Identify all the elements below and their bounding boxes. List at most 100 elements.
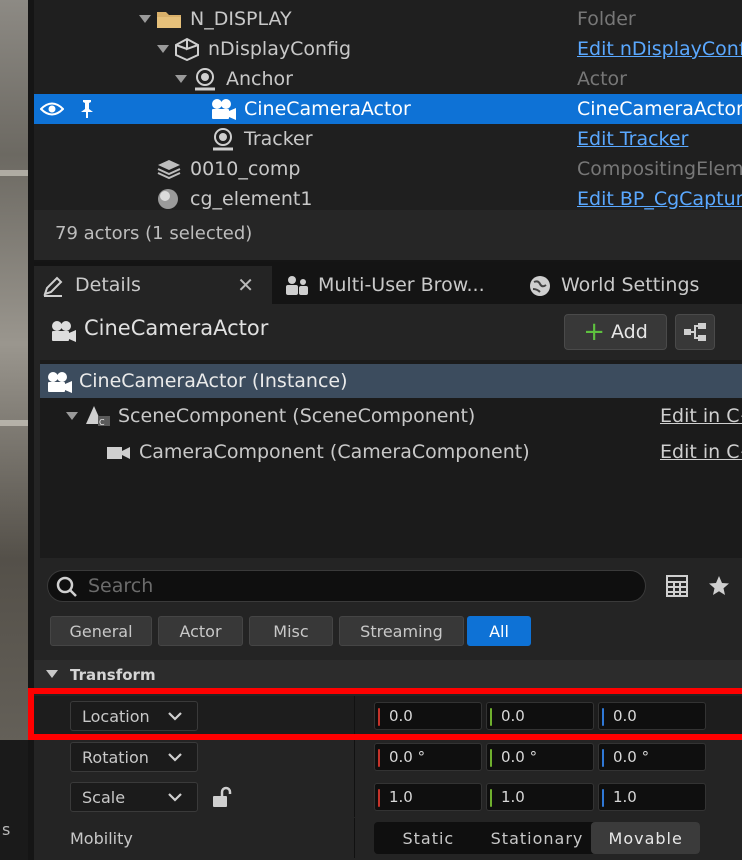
mobility-static[interactable]: Static: [374, 822, 483, 854]
outliner-status: 79 actors (1 selected): [34, 210, 742, 260]
sphere-icon: [158, 189, 178, 209]
expand-arrow-icon[interactable]: [157, 45, 169, 53]
scene-component-icon: C: [86, 406, 110, 427]
outliner-item-edit-link[interactable]: Edit Tracker: [577, 128, 688, 150]
selected-actor-name: CineCameraActor: [84, 316, 269, 340]
value-text: 1.0: [613, 788, 637, 806]
expand-arrow-icon[interactable]: [175, 75, 187, 83]
outliner-item-edit-link[interactable]: Edit nDisplayConfi: [577, 38, 742, 60]
viewport-footer: s: [0, 740, 28, 860]
expand-arrow-icon[interactable]: [139, 15, 151, 23]
outliner-item-edit-link[interactable]: Edit BP_CgCapture: [577, 188, 742, 210]
outliner-row-anchor[interactable]: Anchor Actor: [34, 64, 742, 94]
search-input[interactable]: [88, 573, 628, 599]
value-text: 1.0: [389, 788, 413, 806]
table-view-icon[interactable]: [666, 575, 688, 597]
component-name: CineCameraActor (Instance): [79, 370, 348, 392]
property-label: Scale: [82, 787, 126, 807]
mobility-stationary[interactable]: Stationary: [483, 822, 592, 854]
cine-camera-icon: [52, 321, 76, 342]
viewport-edge-text: s: [2, 820, 11, 839]
edit-in-cpp-link[interactable]: Edit in C+: [660, 441, 742, 463]
property-label: Rotation: [82, 747, 149, 767]
outliner-row-0010-comp[interactable]: 0010_comp CompositingEleme: [34, 154, 742, 184]
viewport-geometry: [0, 170, 28, 176]
outliner-row-cinecameraactor[interactable]: CineCameraActor CineCameraActor: [34, 94, 742, 124]
tab-world-settings[interactable]: World Settings: [524, 266, 742, 304]
scale-y-field[interactable]: 1.0: [486, 783, 594, 811]
tab-details[interactable]: Details ✕: [34, 266, 272, 304]
filter-all[interactable]: All: [467, 616, 531, 646]
component-tree: CineCameraActor (Instance) C SceneCompon…: [40, 360, 742, 558]
add-component-button[interactable]: + Add: [564, 314, 667, 350]
outliner-item-name: cg_element1: [190, 188, 313, 210]
rotation-y-field[interactable]: 0.0 °: [486, 743, 594, 771]
actor-icon: [213, 128, 233, 151]
folder-icon: [157, 12, 181, 28]
z-axis-marker: [602, 789, 604, 807]
outliner-row-n-display[interactable]: N_DISPLAY Folder: [34, 4, 742, 34]
outliner-row-ndisplayconfig[interactable]: nDisplayConfig Edit nDisplayConfi: [34, 34, 742, 64]
component-row-camera[interactable]: CameraComponent (CameraComponent) Edit i…: [40, 435, 742, 469]
outliner-item-name: nDisplayConfig: [208, 38, 352, 60]
globe-icon: [530, 276, 550, 296]
compositing-layers-icon: [157, 160, 181, 180]
star-icon[interactable]: [707, 574, 731, 598]
component-row-scene[interactable]: C SceneComponent (SceneComponent) Edit i…: [40, 399, 742, 433]
mobility-toggle: Static Stationary Movable: [374, 822, 701, 854]
y-axis-marker: [490, 789, 492, 807]
tab-label: World Settings: [561, 274, 700, 296]
filter-streaming[interactable]: Streaming: [339, 616, 464, 646]
edit-in-cpp-link[interactable]: Edit in C+: [660, 405, 742, 427]
viewport-geometry: [0, 420, 28, 426]
value-text: 1.0: [501, 788, 525, 806]
details-panel: CineCameraActor + Add CineCameraActor (I…: [34, 304, 742, 860]
details-tab-bar: Details ✕ Multi-User Brow... World Setti…: [34, 262, 742, 304]
transform-category-header[interactable]: Transform: [34, 660, 742, 690]
component-name: CameraComponent (CameraComponent): [139, 441, 530, 463]
x-axis-marker: [378, 789, 380, 807]
close-icon[interactable]: ✕: [237, 273, 254, 297]
scale-z-field[interactable]: 1.0: [598, 783, 706, 811]
category-label: Transform: [70, 666, 156, 684]
ndisplay-config-icon: [175, 37, 199, 61]
filter-general[interactable]: General: [50, 616, 152, 646]
rotation-dropdown[interactable]: Rotation: [70, 742, 198, 772]
level-viewport-edge[interactable]: [0, 0, 28, 860]
plus-icon: +: [583, 317, 605, 347]
value-text: 0.0 °: [501, 748, 538, 766]
outliner-item-type: Folder: [577, 8, 636, 30]
component-row-instance[interactable]: CineCameraActor (Instance): [40, 364, 742, 398]
mobility-movable[interactable]: Movable: [591, 822, 701, 854]
expand-arrow-icon[interactable]: [66, 412, 78, 420]
x-axis-marker: [378, 749, 380, 767]
actor-icon: [195, 68, 215, 91]
rotation-row: Rotation 0.0 ° 0.0 ° 0.0 °: [34, 737, 742, 777]
pin-icon[interactable]: [79, 99, 95, 119]
blueprint-button[interactable]: [675, 314, 715, 350]
svg-text:C: C: [99, 418, 105, 427]
unlock-icon[interactable]: [210, 786, 232, 808]
property-label: Mobility: [70, 829, 133, 848]
scale-row: Scale 1.0 1.0 1.0: [34, 777, 742, 817]
tab-label: Details: [75, 274, 141, 296]
filter-actor[interactable]: Actor: [158, 616, 243, 646]
scale-dropdown[interactable]: Scale: [70, 782, 198, 812]
outliner-row-tracker[interactable]: Tracker Edit Tracker: [34, 124, 742, 154]
search-icon: [56, 576, 77, 597]
cine-camera-icon: [212, 99, 236, 120]
z-axis-marker: [602, 749, 604, 767]
visibility-eye-icon[interactable]: [40, 101, 64, 117]
tab-multi-user-browser[interactable]: Multi-User Brow...: [278, 266, 518, 304]
camera-icon: [107, 447, 130, 459]
column-divider: [354, 818, 355, 858]
chevron-down-icon: [168, 753, 182, 762]
column-divider: [354, 777, 355, 817]
rotation-x-field[interactable]: 0.0 °: [374, 743, 482, 771]
details-search: [47, 570, 646, 602]
value-text: 0.0 °: [389, 748, 426, 766]
outliner-item-type: CineCameraActor: [577, 98, 742, 120]
scale-x-field[interactable]: 1.0: [374, 783, 482, 811]
filter-misc[interactable]: Misc: [249, 616, 333, 646]
rotation-z-field[interactable]: 0.0 °: [598, 743, 706, 771]
